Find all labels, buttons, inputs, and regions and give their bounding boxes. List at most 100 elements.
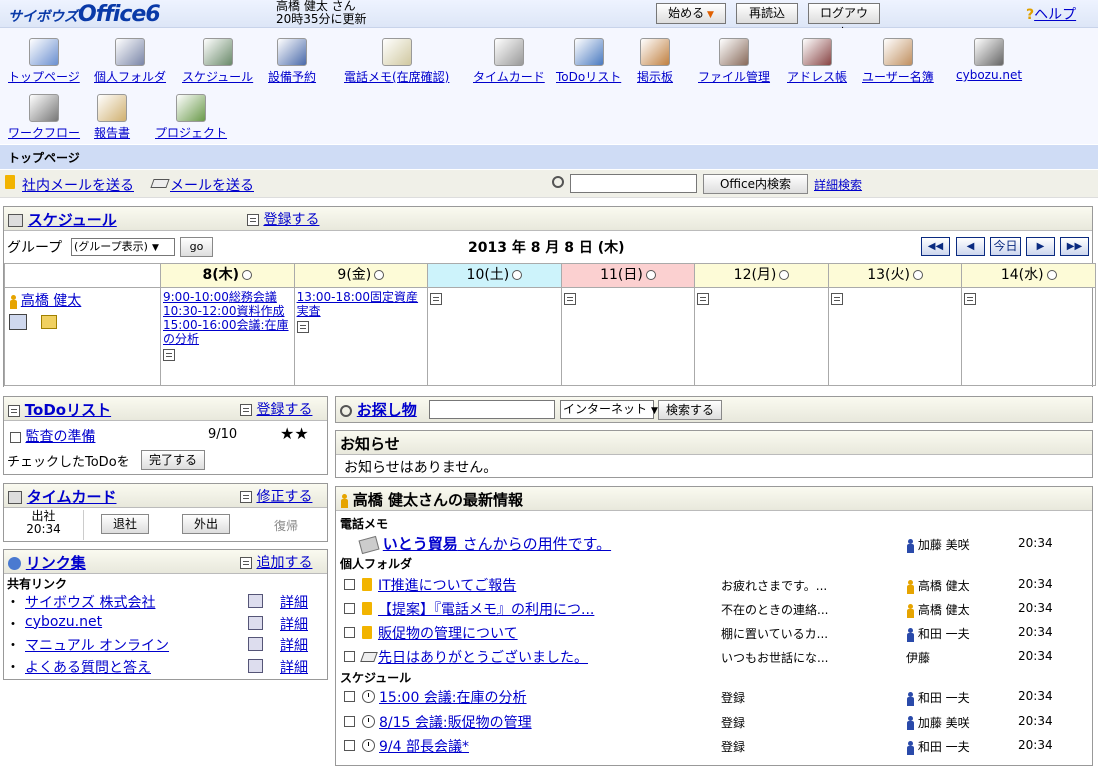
timecard-title-link[interactable]: タイムカード <box>27 488 117 506</box>
schedule-register[interactable]: 登録する <box>247 209 319 229</box>
search-input[interactable] <box>429 400 555 419</box>
app-label[interactable]: ワークフロー <box>8 126 80 140</box>
app-top-page[interactable]: トップページ <box>8 38 80 85</box>
memo-alert-icon[interactable] <box>40 315 57 329</box>
link-detail-link[interactable]: 詳細 <box>280 635 308 655</box>
app-label[interactable]: トップページ <box>8 70 80 84</box>
calendar-event[interactable]: 15:00-16:00会議:在庫の分析 <box>163 318 292 346</box>
external-link-icon[interactable] <box>248 658 263 673</box>
app-schedule[interactable]: スケジュール <box>182 38 253 85</box>
app-user-directory[interactable]: ユーザー名簿 <box>862 38 934 85</box>
link-item-link[interactable]: cybozu.net <box>25 614 102 630</box>
links-add[interactable]: 追加する <box>240 552 312 572</box>
nav-first-button[interactable]: ◀◀ <box>921 237 950 256</box>
schedule-item-checkbox[interactable] <box>344 715 355 727</box>
add-event-icon[interactable] <box>563 292 576 305</box>
app-label[interactable]: 報告書 <box>94 126 130 140</box>
schedule-item-checkbox[interactable] <box>344 691 355 702</box>
app-label[interactable]: 設備予約 <box>268 70 316 84</box>
app-personal-folder[interactable]: 個人フォルダ <box>94 38 166 85</box>
clock-icon[interactable] <box>779 270 790 280</box>
link-item-link[interactable]: サイボウズ 株式会社 <box>25 592 155 612</box>
detail-search-link[interactable]: 詳細検索 <box>814 176 862 193</box>
todo-item-link[interactable]: 監査の準備 <box>25 429 95 445</box>
schedule-register-link[interactable]: 登録する <box>263 212 319 228</box>
calendar-user-link[interactable]: 高橋 健太 <box>21 293 81 309</box>
links-add-link[interactable]: 追加する <box>256 555 312 571</box>
add-event-icon[interactable] <box>830 292 843 305</box>
schedule-title-link[interactable]: スケジュール <box>28 211 117 229</box>
search-title-link[interactable]: お探し物 <box>357 401 417 419</box>
phone-company-link[interactable]: いとう貿易 <box>383 535 458 553</box>
folder-item-checkbox[interactable] <box>344 627 355 638</box>
phone-text-link[interactable]: さんからの用件です。 <box>458 535 612 553</box>
calendar-day-header[interactable]: 12(月) <box>694 263 829 288</box>
external-link-icon[interactable] <box>248 615 263 630</box>
office-search-button[interactable]: Office内検索 <box>703 174 808 194</box>
app-label[interactable]: 電話メモ(在席確認) <box>344 70 449 84</box>
timecard-out-button[interactable]: 退社 <box>101 514 149 534</box>
group-select[interactable]: (グループ表示) ▼ <box>71 238 175 256</box>
add-event-icon[interactable] <box>697 292 710 305</box>
help-label[interactable]: ヘルプ <box>1034 7 1076 23</box>
internal-mail-link[interactable]: 社内メールを送る <box>22 175 134 195</box>
add-event-icon[interactable] <box>964 292 977 305</box>
clock-icon[interactable] <box>512 270 523 280</box>
calendar-day-header[interactable]: 9(金) <box>293 263 429 288</box>
calendar-event[interactable]: 13:00-18:00固定資産実査 <box>297 290 426 318</box>
app-label[interactable]: 個人フォルダ <box>94 70 166 84</box>
link-detail-link[interactable]: 詳細 <box>280 614 308 634</box>
folder-item-checkbox[interactable] <box>344 651 355 662</box>
add-event-icon[interactable] <box>430 292 443 305</box>
folder-item-link[interactable]: 先日はありがとうございました。 <box>378 647 588 667</box>
todo-register-link[interactable]: 登録する <box>256 402 312 418</box>
app-address-book[interactable]: アドレス帳 <box>787 38 847 85</box>
clock-icon[interactable] <box>645 270 656 280</box>
search-button[interactable]: 検索する <box>658 400 723 420</box>
calendar-day-header[interactable]: 13(火) <box>827 263 963 288</box>
folder-item-link[interactable]: 【提案】『電話メモ』の利用につ... <box>378 599 594 619</box>
schedule-item-checkbox[interactable] <box>344 740 355 751</box>
external-link-icon[interactable] <box>248 594 263 608</box>
calendar-event[interactable]: 10:30-12:00資料作成 <box>163 304 292 318</box>
calendar-day-header[interactable]: 14(水) <box>961 263 1096 288</box>
clock-icon[interactable] <box>912 270 923 280</box>
link-detail-link[interactable]: 詳細 <box>280 592 308 612</box>
app-label[interactable]: スケジュール <box>182 70 253 84</box>
clock-icon[interactable] <box>374 270 385 280</box>
app-label[interactable]: プロジェクト <box>155 126 227 140</box>
link-item-link[interactable]: マニュアル オンライン <box>25 635 169 655</box>
app-file-management[interactable]: ファイル管理 <box>698 38 770 85</box>
todo-register[interactable]: 登録する <box>240 399 312 419</box>
nav-prev-button[interactable]: ◀ <box>956 237 985 256</box>
folder-item-checkbox[interactable] <box>344 603 355 614</box>
link-item-link[interactable]: よくある質問と答え <box>25 657 151 677</box>
calendar-day-header[interactable]: 10(土) <box>427 263 562 288</box>
calendar-icon[interactable] <box>9 314 27 330</box>
schedule-item-link[interactable]: 8/15 会議:販促物の管理 <box>379 712 532 732</box>
app-cybozu-net[interactable]: cybozu.net <box>956 38 1022 82</box>
nav-last-button[interactable]: ▶▶ <box>1060 237 1089 256</box>
app-label[interactable]: アドレス帳 <box>787 70 847 84</box>
timecard-edit-link[interactable]: 修正する <box>256 489 312 505</box>
external-link-icon[interactable] <box>248 637 263 651</box>
app-bulletin[interactable]: 掲示板 <box>637 38 673 85</box>
calendar-day-header[interactable]: 11(日) <box>560 263 696 288</box>
app-workflow[interactable]: ワークフロー <box>8 94 80 141</box>
clock-icon[interactable] <box>242 270 253 280</box>
start-button[interactable]: 始める ▼ <box>656 3 726 24</box>
cybozu-logo[interactable]: サイボウズOffice6 <box>8 2 161 27</box>
app-label[interactable]: ユーザー名簿 <box>862 70 934 84</box>
todo-checkbox[interactable] <box>10 431 21 443</box>
links-title-link[interactable]: リンク集 <box>26 554 86 572</box>
app-label[interactable]: タイムカード <box>473 70 545 84</box>
app-label[interactable]: 掲示板 <box>637 70 673 84</box>
app-facility[interactable]: 設備予約 <box>268 38 316 85</box>
folder-item-link[interactable]: 販促物の管理について <box>378 623 518 643</box>
add-event-icon[interactable] <box>163 348 175 361</box>
app-label[interactable]: ファイル管理 <box>698 70 770 84</box>
phone-memo-item[interactable]: いとう貿易 さんからの用件です。 <box>358 533 612 554</box>
app-timecard[interactable]: タイムカード <box>473 38 545 85</box>
nav-next-button[interactable]: ▶ <box>1026 237 1055 256</box>
app-phone-memo[interactable]: 電話メモ(在席確認) <box>344 38 449 85</box>
